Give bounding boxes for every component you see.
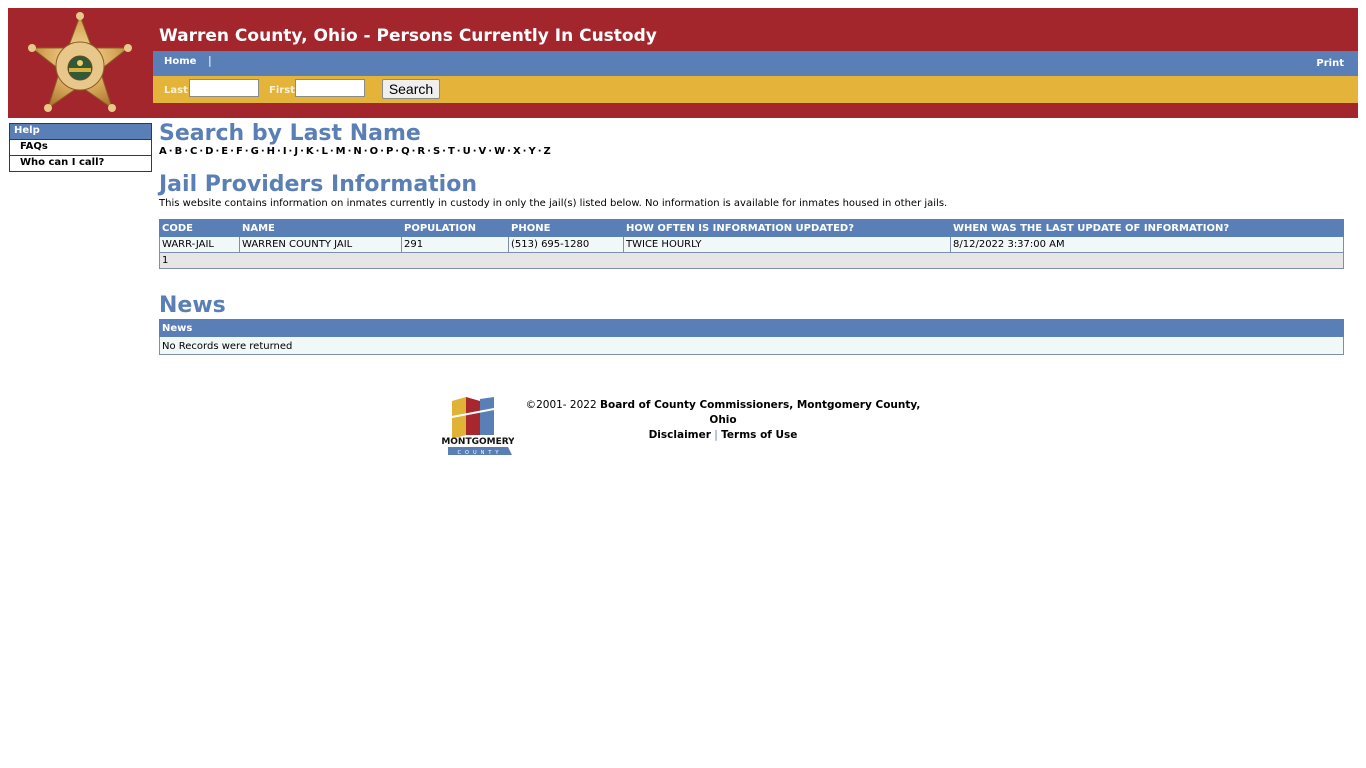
sheriff-badge-logo bbox=[28, 12, 132, 112]
first-name-input[interactable] bbox=[295, 79, 365, 97]
news-column-header: News bbox=[159, 319, 1344, 337]
letter-link-q[interactable]: Q bbox=[401, 146, 410, 157]
news-table: News No Records were returned bbox=[159, 319, 1344, 355]
column-header-last-update: WHEN WAS THE LAST UPDATE OF INFORMATION? bbox=[950, 219, 1344, 237]
letter-link-z[interactable]: Z bbox=[544, 146, 551, 157]
montgomery-county-logo: MONTGOMERY COUNTY bbox=[442, 397, 514, 456]
sidebar-item-who-can-i-call[interactable]: Who can I call? bbox=[10, 156, 151, 171]
letter-separator: · bbox=[380, 146, 384, 157]
disclaimer-link[interactable]: Disclaimer bbox=[649, 429, 711, 441]
last-name-label: Last bbox=[164, 85, 188, 96]
letter-separator: · bbox=[395, 146, 400, 157]
letter-separator: · bbox=[184, 146, 188, 157]
letter-link-u[interactable]: U bbox=[463, 146, 471, 157]
cell-code: WARR-JAIL bbox=[159, 236, 240, 253]
letter-separator: · bbox=[537, 146, 542, 157]
copyright-years: ©2001- 2022 bbox=[525, 399, 597, 411]
letter-link-x[interactable]: X bbox=[513, 146, 521, 157]
table-row: WARR-JAIL WARREN COUNTY JAIL 291 (513) 6… bbox=[159, 236, 1344, 253]
letter-separator: · bbox=[456, 146, 461, 157]
letter-link-y[interactable]: Y bbox=[528, 146, 535, 157]
search-bar: Last First Search bbox=[153, 76, 1358, 103]
letter-link-w[interactable]: W bbox=[494, 146, 505, 157]
column-header-name: NAME bbox=[239, 219, 402, 237]
last-name-input[interactable] bbox=[189, 79, 259, 97]
jail-providers-table: CODE NAME POPULATION PHONE HOW OFTEN IS … bbox=[159, 219, 1344, 269]
site-header: Warren County, Ohio - Persons Currently … bbox=[8, 8, 1358, 118]
nav-separator: | bbox=[208, 54, 212, 67]
letter-link-i[interactable]: I bbox=[283, 146, 287, 157]
cell-name: WARREN COUNTY JAIL bbox=[239, 236, 402, 253]
letter-separator: · bbox=[230, 146, 234, 157]
letter-separator: · bbox=[507, 146, 511, 157]
sidebar-header-help: Help bbox=[10, 124, 151, 140]
letter-separator: · bbox=[277, 146, 281, 157]
letter-link-f[interactable]: F bbox=[236, 146, 243, 157]
letter-link-l[interactable]: L bbox=[321, 146, 327, 157]
jail-providers-heading: Jail Providers Information bbox=[159, 172, 478, 197]
column-header-update-frequency: HOW OFTEN IS INFORMATION UPDATED? bbox=[623, 219, 951, 237]
cell-population: 291 bbox=[401, 236, 509, 253]
copyright-line: ©2001- 2022 Board of County Commissioner… bbox=[518, 398, 928, 428]
print-link[interactable]: Print bbox=[1316, 58, 1344, 69]
letter-link-k[interactable]: K bbox=[306, 146, 314, 157]
search-by-last-name-heading: Search by Last Name bbox=[159, 121, 421, 146]
letter-separator: · bbox=[300, 146, 304, 157]
cell-update-frequency: TWICE HOURLY bbox=[623, 236, 951, 253]
letter-separator: · bbox=[168, 146, 173, 157]
letter-separator: · bbox=[199, 146, 204, 157]
terms-of-use-link[interactable]: Terms of Use bbox=[721, 429, 797, 441]
column-header-phone: PHONE bbox=[508, 219, 624, 237]
table-header-row: CODE NAME POPULATION PHONE HOW OFTEN IS … bbox=[159, 219, 1344, 237]
column-header-population: POPULATION bbox=[401, 219, 509, 237]
cell-last-update: 8/12/2022 3:37:00 AM bbox=[950, 236, 1344, 253]
letter-link-t[interactable]: T bbox=[448, 146, 455, 157]
logo-subtext: COUNTY bbox=[458, 450, 503, 456]
footer-text: ©2001- 2022 Board of County Commissioner… bbox=[518, 398, 928, 443]
help-sidebar: Help FAQs Who can I call? bbox=[9, 123, 152, 172]
letter-separator: · bbox=[244, 146, 249, 157]
letter-separator: · bbox=[427, 146, 431, 157]
page-title: Warren County, Ohio - Persons Currently … bbox=[159, 26, 657, 46]
first-name-label: First bbox=[269, 85, 295, 96]
letter-separator: · bbox=[442, 146, 446, 157]
search-button[interactable]: Search bbox=[382, 79, 440, 99]
footer-links: Disclaimer | Terms of Use bbox=[518, 428, 928, 443]
news-heading: News bbox=[159, 293, 226, 318]
nav-bar: Home | Print bbox=[153, 51, 1358, 76]
logo-text: MONTGOMERY bbox=[442, 437, 514, 447]
column-header-code: CODE bbox=[159, 219, 240, 237]
letter-separator: · bbox=[363, 146, 368, 157]
site-footer: MONTGOMERY COUNTY ©2001- 2022 Board of C… bbox=[440, 395, 940, 457]
pager-page-1[interactable]: 1 bbox=[159, 252, 1344, 269]
letter-link-h[interactable]: H bbox=[267, 146, 275, 157]
letter-link-m[interactable]: M bbox=[336, 146, 346, 157]
letter-link-g[interactable]: G bbox=[251, 146, 259, 157]
letter-separator: · bbox=[260, 146, 265, 157]
copyright-owner: Board of County Commissioners, Montgomer… bbox=[600, 399, 921, 426]
main-content: Search by Last Name A · B · C · D · E · F · G · H · I · J ·… bbox=[159, 121, 1345, 355]
news-empty-row: No Records were returned bbox=[159, 338, 1344, 355]
footer-separator: | bbox=[714, 429, 718, 441]
letter-separator: · bbox=[472, 146, 477, 157]
letter-link-r[interactable]: R bbox=[417, 146, 425, 157]
cell-phone: (513) 695-1280 bbox=[508, 236, 624, 253]
news-header-row: News bbox=[159, 319, 1344, 337]
alphabet-links: A · B · C · D · E · F · G · H · I · J · K · L · M · N · O · P · Q · R · S · T ·… bbox=[159, 146, 1345, 157]
jail-description: This website contains information on inm… bbox=[159, 198, 948, 209]
letter-link-a[interactable]: A bbox=[159, 146, 167, 157]
letter-link-n[interactable]: N bbox=[353, 146, 361, 157]
nav-home-link[interactable]: Home bbox=[164, 56, 196, 67]
letter-link-o[interactable]: O bbox=[370, 146, 379, 157]
pager-row: 1 bbox=[159, 252, 1344, 269]
sidebar-item-faqs[interactable]: FAQs bbox=[10, 140, 151, 156]
letter-separator: · bbox=[329, 146, 334, 157]
letter-separator: · bbox=[488, 146, 493, 157]
news-empty-message: No Records were returned bbox=[159, 338, 1344, 355]
